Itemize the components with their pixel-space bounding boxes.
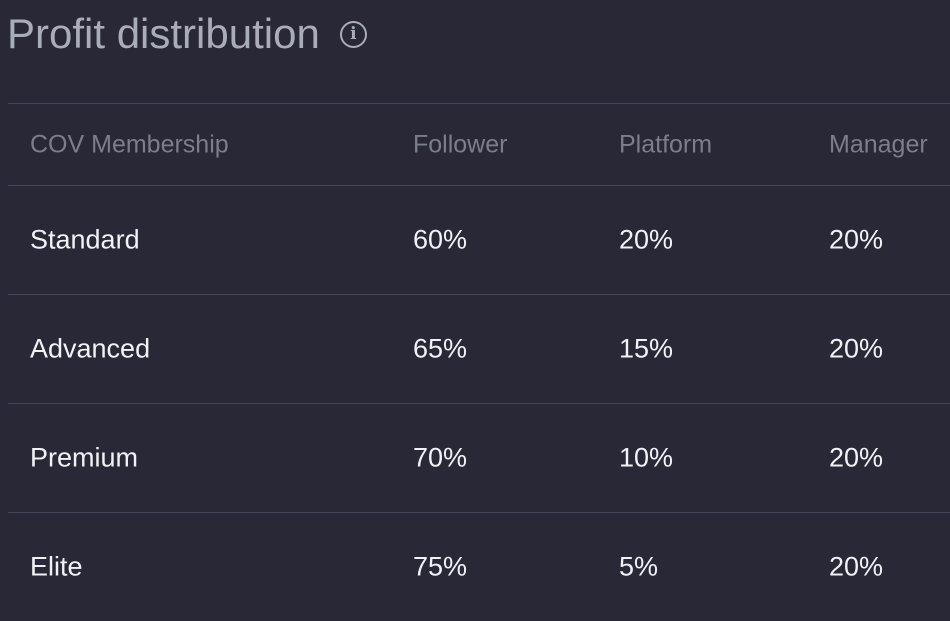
table-row: Elite 75% 5% 20% bbox=[8, 512, 950, 621]
follower-cell: 75% bbox=[413, 551, 468, 582]
membership-cell: Advanced bbox=[30, 333, 151, 364]
table-row: Standard 60% 20% 20% bbox=[8, 185, 950, 294]
column-header: Manager bbox=[829, 130, 928, 158]
table-row: Advanced 65% 15% 20% bbox=[8, 294, 950, 403]
platform-cell: 5% bbox=[619, 551, 659, 582]
platform-cell: 15% bbox=[619, 333, 674, 364]
follower-cell: 65% bbox=[413, 333, 468, 364]
membership-cell: Standard bbox=[30, 224, 140, 255]
follower-cell: 70% bbox=[413, 442, 468, 473]
profit-distribution-table: COV Membership Follower Platform Manager… bbox=[8, 103, 950, 621]
platform-cell: 20% bbox=[619, 224, 674, 255]
membership-cell: Premium bbox=[30, 442, 139, 473]
title-text: Profit distribution bbox=[7, 10, 320, 57]
follower-cell: 60% bbox=[413, 224, 468, 255]
column-header: Follower bbox=[413, 130, 508, 158]
column-header: COV Membership bbox=[30, 130, 229, 158]
manager-cell: 20% bbox=[829, 551, 884, 582]
table-header-row: COV Membership Follower Platform Manager bbox=[8, 103, 950, 185]
column-header: Platform bbox=[619, 130, 713, 158]
table-row: Premium 70% 10% 20% bbox=[8, 403, 950, 512]
info-circle-icon[interactable]: i bbox=[339, 20, 367, 48]
manager-cell: 20% bbox=[829, 224, 884, 255]
page-title: Profit distribution i bbox=[7, 10, 367, 58]
manager-cell: 20% bbox=[829, 333, 884, 364]
manager-cell: 20% bbox=[829, 442, 884, 473]
platform-cell: 10% bbox=[619, 442, 674, 473]
membership-cell: Elite bbox=[30, 551, 83, 582]
